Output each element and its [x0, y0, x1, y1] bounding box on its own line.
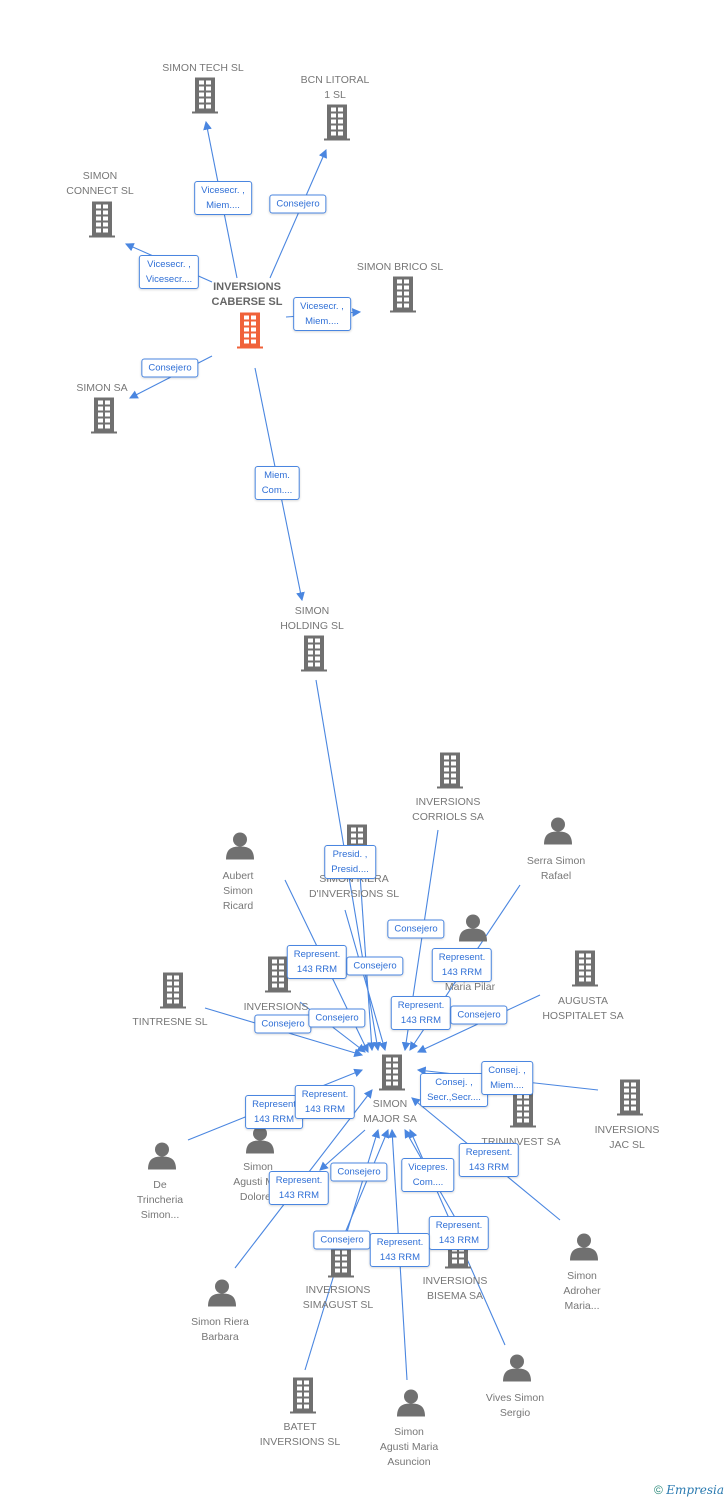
- edge-line: [344, 909, 388, 1052]
- node-label[interactable]: SIMON TECH SL: [133, 61, 273, 76]
- edge-line: [269, 148, 327, 279]
- person-icon[interactable]: [397, 1389, 425, 1422]
- relation-label[interactable]: Vicesecr. , Miem....: [194, 181, 252, 215]
- relation-label[interactable]: Consejero: [308, 1008, 366, 1028]
- building-icon[interactable]: [617, 1079, 643, 1121]
- relation-label[interactable]: Represent. 143 RRM: [294, 1085, 356, 1119]
- relation-label[interactable]: Vicesecr. , Miem....: [293, 297, 351, 331]
- relation-label[interactable]: Consej. , Secr.,Secr....: [420, 1073, 488, 1107]
- relation-label[interactable]: Consejero: [254, 1014, 312, 1034]
- person-icon[interactable]: [459, 914, 487, 947]
- node-label[interactable]: Simon Agusti Maria Asuncion: [339, 1425, 479, 1470]
- relation-label[interactable]: Consejero: [387, 919, 445, 939]
- node-label[interactable]: TINTRESNE SL: [100, 1015, 240, 1030]
- building-icon[interactable]: [237, 312, 263, 354]
- network-diagram: © Empresia SIMON TECH SL BCN LITORAL 1 SL…: [0, 0, 728, 1500]
- relation-label[interactable]: Consej. , Miem....: [481, 1061, 533, 1095]
- person-icon[interactable]: [226, 832, 254, 865]
- node-label[interactable]: SIMON HOLDING SL: [242, 604, 382, 634]
- node-label[interactable]: Simon Adroher Maria...: [512, 1269, 652, 1314]
- relation-label[interactable]: Represent. 143 RRM: [428, 1216, 490, 1250]
- person-icon[interactable]: [246, 1126, 274, 1159]
- relation-label[interactable]: Represent. 143 RRM: [458, 1143, 520, 1177]
- node-label[interactable]: AUGUSTA HOSPITALET SA: [513, 994, 653, 1024]
- relation-label[interactable]: Represent. 143 RRM: [286, 945, 348, 979]
- building-icon[interactable]: [572, 950, 598, 992]
- copyright-icon: ©: [654, 1483, 663, 1497]
- relation-label[interactable]: Consejero: [269, 194, 327, 214]
- building-icon[interactable]: [192, 77, 218, 119]
- relation-label[interactable]: Vicepres. Com....: [401, 1158, 455, 1192]
- building-icon[interactable]: [160, 972, 186, 1014]
- relation-label[interactable]: Consejero: [313, 1230, 371, 1250]
- footer: © Empresia: [654, 1483, 724, 1497]
- node-label[interactable]: Aubert Simon Ricard: [168, 869, 308, 914]
- relation-label[interactable]: Represent. 143 RRM: [431, 948, 493, 982]
- relation-label[interactable]: Miem. Com....: [254, 466, 300, 500]
- person-icon[interactable]: [503, 1354, 531, 1387]
- node-label[interactable]: INVERSIONS CORRIOLS SA: [378, 795, 518, 825]
- relation-label[interactable]: Consejero: [450, 1005, 508, 1025]
- building-icon[interactable]: [89, 201, 115, 243]
- building-icon[interactable]: [91, 397, 117, 439]
- relation-label[interactable]: Represent. 143 RRM: [268, 1171, 330, 1205]
- building-icon[interactable]: [390, 276, 416, 318]
- node-label[interactable]: SIMON SA: [32, 381, 172, 396]
- node-label[interactable]: SIMON CONNECT SL: [30, 169, 170, 199]
- node-label[interactable]: Vives Simon Sergio: [445, 1391, 585, 1421]
- relation-label[interactable]: Presid. , Presid....: [324, 845, 376, 879]
- edge-line: [339, 1128, 390, 1246]
- brand-logo[interactable]: Empresia: [666, 1483, 724, 1497]
- building-icon[interactable]: [324, 104, 350, 146]
- relation-label[interactable]: Consejero: [346, 956, 404, 976]
- person-icon[interactable]: [208, 1279, 236, 1312]
- node-label[interactable]: Maria Pilar: [400, 980, 540, 995]
- person-icon[interactable]: [148, 1142, 176, 1175]
- person-icon[interactable]: [544, 817, 572, 850]
- person-icon[interactable]: [570, 1233, 598, 1266]
- building-icon[interactable]: [301, 635, 327, 677]
- node-label[interactable]: SIMON BRICO SL: [330, 260, 470, 275]
- node-label[interactable]: Serra Simon Rafael: [486, 854, 626, 884]
- node-label[interactable]: BCN LITORAL 1 SL: [265, 73, 405, 103]
- building-icon[interactable]: [510, 1091, 536, 1133]
- building-icon[interactable]: [437, 752, 463, 794]
- relation-label[interactable]: Represent. 143 RRM: [369, 1233, 431, 1267]
- building-icon[interactable]: [290, 1377, 316, 1419]
- node-label[interactable]: Simon Riera Barbara: [150, 1315, 290, 1345]
- relation-label[interactable]: Consejero: [330, 1162, 388, 1182]
- relation-label[interactable]: Vicesecr. , Vicesecr....: [138, 255, 200, 289]
- building-icon[interactable]: [379, 1054, 405, 1096]
- node-label[interactable]: INVERSIONS BISEMA SA: [385, 1274, 525, 1304]
- relation-label[interactable]: Represent. 143 RRM: [390, 996, 452, 1030]
- relation-label[interactable]: Consejero: [141, 358, 199, 378]
